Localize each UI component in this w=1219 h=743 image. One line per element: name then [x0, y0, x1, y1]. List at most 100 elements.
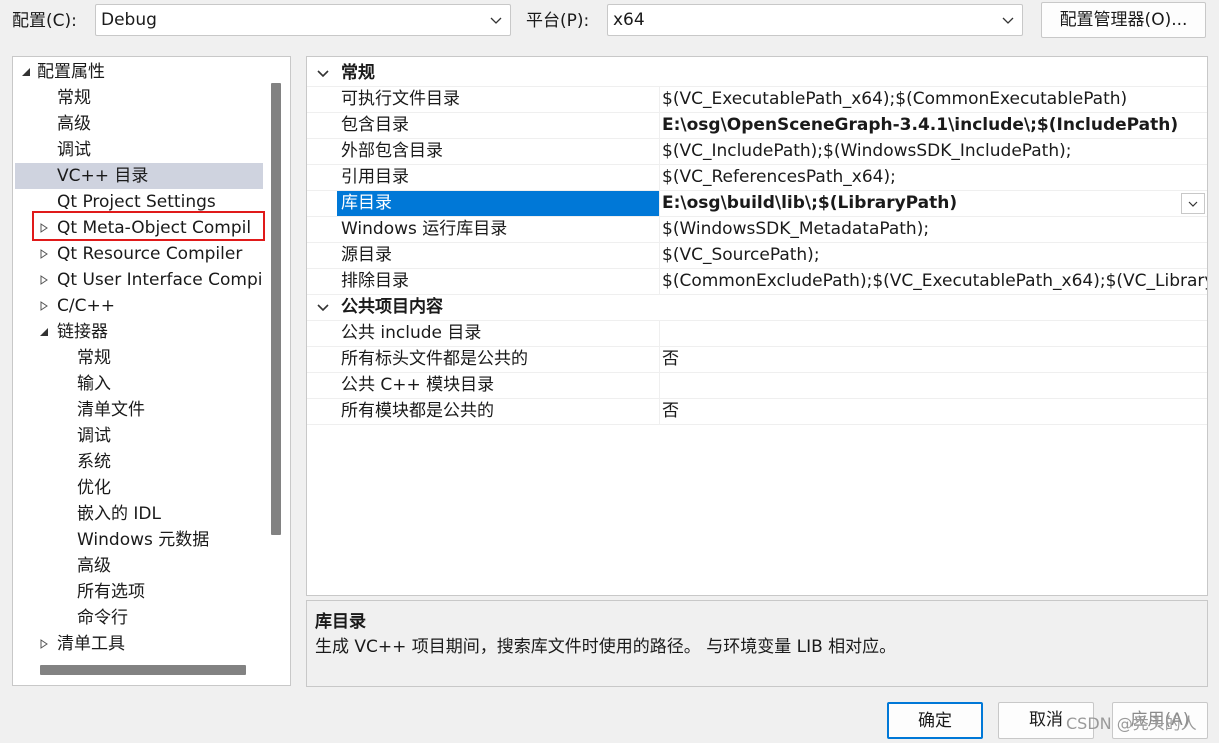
- tree-item-linker[interactable]: 链接器: [15, 319, 263, 345]
- tree-item-label: 清单文件: [77, 400, 145, 420]
- tree-item-label: 高级: [57, 114, 91, 134]
- chevron-down-icon: [317, 70, 329, 78]
- tree-item-linker-optimization[interactable]: 优化: [15, 475, 263, 501]
- tree-item-label: C/C++: [57, 296, 115, 316]
- grid-row[interactable]: 所有模块都是公共的 否: [307, 399, 1207, 425]
- tree-root[interactable]: 配置属性: [15, 59, 263, 85]
- tree-item-linker-manifest[interactable]: 清单文件: [15, 397, 263, 423]
- tree-item-linker-debugging[interactable]: 调试: [15, 423, 263, 449]
- property-value[interactable]: $(VC_SourcePath);: [659, 243, 1207, 268]
- grid-row-selected[interactable]: 库目录 E:\osg\build\lib\;$(LibraryPath): [307, 191, 1207, 217]
- tree-item-qt-rcc[interactable]: Qt Resource Compiler: [15, 241, 263, 267]
- chevron-down-icon: [1188, 201, 1198, 207]
- property-grid[interactable]: 常规 可执行文件目录 $(VC_ExecutablePath_x64);$(Co…: [306, 56, 1208, 596]
- watermark: CSDN @秃头的人: [1066, 714, 1197, 733]
- tree-item-label: VC++ 目录: [57, 166, 149, 186]
- property-value[interactable]: $(VC_ReferencesPath_x64);: [659, 165, 1207, 190]
- tree-item-linker-all-options[interactable]: 所有选项: [15, 579, 263, 605]
- grid-row[interactable]: 外部包含目录 $(VC_IncludePath);$(WindowsSDK_In…: [307, 139, 1207, 165]
- tree-item-label: 常规: [57, 88, 91, 108]
- grid-row[interactable]: Windows 运行库目录 $(WindowsSDK_MetadataPath)…: [307, 217, 1207, 243]
- tree-item-linker-command-line[interactable]: 命令行: [15, 605, 263, 631]
- property-value[interactable]: 否: [659, 399, 1207, 424]
- description-text: 生成 VC++ 项目期间，搜索库文件时使用的路径。 与环境变量 LIB 相对应。: [315, 637, 897, 657]
- tree-item-label: 命令行: [77, 608, 128, 628]
- tree-item-label: 清单工具: [57, 634, 125, 654]
- property-value[interactable]: $(VC_ExecutablePath_x64);$(CommonExecuta…: [659, 87, 1207, 112]
- collapsed-triangle-icon: [40, 249, 48, 259]
- tree-item-label: Qt Resource Compiler: [57, 244, 243, 264]
- tree-item-cpp[interactable]: C/C++: [15, 293, 263, 319]
- tree-item-qt-uic[interactable]: Qt User Interface Compi: [15, 267, 263, 293]
- tree-item-label: 嵌入的 IDL: [77, 504, 161, 524]
- grid-category-public-project-content[interactable]: 公共项目内容: [307, 295, 1207, 321]
- tree-item-general[interactable]: 常规: [15, 85, 263, 111]
- description-title: 库目录: [315, 612, 366, 632]
- property-name: 可执行文件目录: [341, 89, 460, 109]
- collapsed-triangle-icon: [40, 275, 48, 285]
- platform-label: 平台(P):: [526, 11, 590, 31]
- property-value[interactable]: E:\osg\build\lib\;$(LibraryPath): [659, 191, 1207, 216]
- property-value[interactable]: E:\osg\OpenSceneGraph-3.4.1\include\;$(I…: [659, 113, 1207, 138]
- property-name: 库目录: [337, 191, 659, 216]
- property-value[interactable]: [659, 373, 1207, 398]
- config-manager-button[interactable]: 配置管理器(O)...: [1041, 2, 1206, 38]
- property-name: 所有模块都是公共的: [341, 401, 494, 421]
- tree-item-label: Windows 元数据: [77, 530, 210, 550]
- grid-row[interactable]: 可执行文件目录 $(VC_ExecutablePath_x64);$(Commo…: [307, 87, 1207, 113]
- tree-item-debugging[interactable]: 调试: [15, 137, 263, 163]
- property-value[interactable]: [659, 321, 1207, 346]
- platform-value: x64: [613, 10, 645, 30]
- property-tree[interactable]: 配置属性 常规 高级 调试 VC++ 目录 Qt Project Setting…: [12, 56, 291, 686]
- collapsed-triangle-icon: [40, 639, 48, 649]
- grid-row[interactable]: 源目录 $(VC_SourcePath);: [307, 243, 1207, 269]
- grid-row[interactable]: 公共 C++ 模块目录: [307, 373, 1207, 399]
- property-value[interactable]: 否: [659, 347, 1207, 372]
- tree-item-linker-system[interactable]: 系统: [15, 449, 263, 475]
- config-label: 配置(C):: [12, 11, 77, 31]
- tree-item-linker-advanced[interactable]: 高级: [15, 553, 263, 579]
- grid-row[interactable]: 排除目录 $(CommonExcludePath);$(VC_Executabl…: [307, 269, 1207, 295]
- tree-item-linker-embedded-idl[interactable]: 嵌入的 IDL: [15, 501, 263, 527]
- ok-button[interactable]: 确定: [887, 702, 983, 739]
- category-name: 常规: [341, 63, 375, 83]
- tree-item-label: 调试: [57, 140, 91, 160]
- collapsed-triangle-icon: [40, 301, 48, 311]
- tree-item-label: 常规: [77, 348, 111, 368]
- config-dropdown[interactable]: Debug: [95, 4, 511, 36]
- tree-item-vc-directories[interactable]: VC++ 目录: [15, 163, 263, 189]
- tree-vertical-scrollbar[interactable]: [271, 83, 281, 535]
- tree-item-manifest-tool[interactable]: 清单工具: [15, 631, 263, 657]
- tree-item-label: 链接器: [57, 322, 108, 342]
- property-value[interactable]: $(WindowsSDK_MetadataPath);: [659, 217, 1207, 242]
- expanded-triangle-icon: [22, 68, 30, 76]
- property-name: 包含目录: [341, 115, 409, 135]
- grid-row[interactable]: 包含目录 E:\osg\OpenSceneGraph-3.4.1\include…: [307, 113, 1207, 139]
- grid-category-general[interactable]: 常规: [307, 61, 1207, 87]
- value-dropdown-button[interactable]: [1181, 193, 1205, 214]
- tree-item-linker-input[interactable]: 输入: [15, 371, 263, 397]
- property-name: 公共 C++ 模块目录: [341, 375, 495, 395]
- expanded-triangle-icon: [40, 328, 48, 336]
- tree-item-linker-general[interactable]: 常规: [15, 345, 263, 371]
- tree-root-label: 配置属性: [37, 62, 105, 82]
- config-value: Debug: [101, 10, 157, 30]
- property-name: 排除目录: [341, 271, 409, 291]
- platform-dropdown[interactable]: x64: [607, 4, 1023, 36]
- tree-item-label: Qt User Interface Compi: [57, 270, 263, 290]
- property-value[interactable]: $(CommonExcludePath);$(VC_ExecutablePath…: [659, 269, 1207, 294]
- property-value[interactable]: $(VC_IncludePath);$(WindowsSDK_IncludePa…: [659, 139, 1207, 164]
- grid-row[interactable]: 所有标头文件都是公共的 否: [307, 347, 1207, 373]
- tree-item-label: 优化: [77, 478, 111, 498]
- property-name: 源目录: [341, 245, 392, 265]
- tree-horizontal-scrollbar[interactable]: [40, 665, 246, 675]
- grid-row[interactable]: 公共 include 目录: [307, 321, 1207, 347]
- tree-item-label: 高级: [77, 556, 111, 576]
- chevron-down-icon: [317, 304, 329, 312]
- tree-item-linker-windows-metadata[interactable]: Windows 元数据: [15, 527, 263, 553]
- grid-row[interactable]: 引用目录 $(VC_ReferencesPath_x64);: [307, 165, 1207, 191]
- property-name: 所有标头文件都是公共的: [341, 349, 528, 369]
- tree-item-advanced[interactable]: 高级: [15, 111, 263, 137]
- property-name: 引用目录: [341, 167, 409, 187]
- chevron-down-icon: [1002, 17, 1014, 24]
